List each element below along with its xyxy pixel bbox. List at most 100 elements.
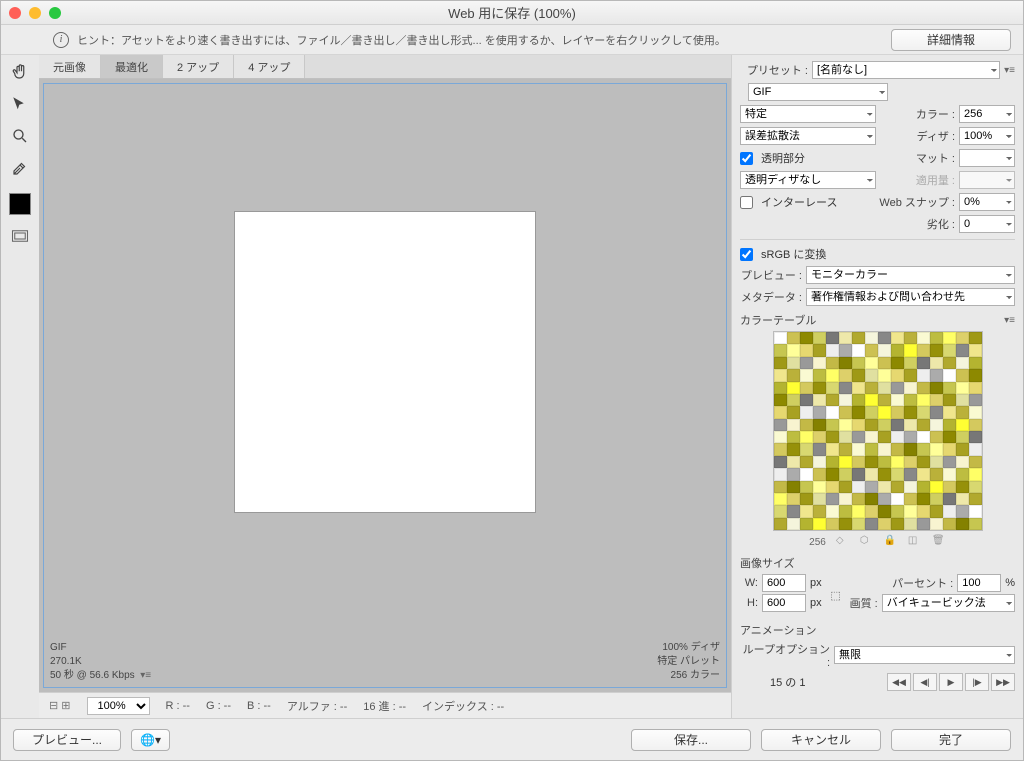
color-table-menu-icon[interactable]: ▾≡ [1004, 315, 1015, 326]
anim-next-button[interactable]: |▶ [965, 673, 989, 691]
hint-text: ヒント：アセットをより速く書き出すには、ファイル／書き出し／書き出し形式... … [77, 32, 883, 48]
colors-label: カラー : [880, 106, 955, 122]
grid-icons[interactable]: ⊟ ⊞ [49, 699, 71, 712]
reduction-select[interactable]: 特定 [740, 105, 876, 123]
percent-input[interactable] [957, 574, 1001, 592]
preview-label: プレビュー : [740, 267, 802, 283]
width-label: W: [740, 577, 758, 589]
metadata-select[interactable]: 著作権情報および問い合わせ先 [806, 288, 1015, 306]
anim-last-button[interactable]: ▶▶ [991, 673, 1015, 691]
done-button[interactable]: 完了 [891, 729, 1011, 751]
info-dither: 100% ディザ [657, 641, 720, 655]
info-colors: 256 カラー [657, 669, 720, 683]
width-input[interactable] [762, 574, 806, 592]
tab-optimized[interactable]: 最適化 [101, 55, 163, 78]
interlace-label: インターレース [761, 194, 875, 210]
hand-tool-icon[interactable] [8, 61, 32, 83]
preview-tabs: 元画像 最適化 2 アップ 4 アップ [39, 55, 731, 79]
anim-prev-button[interactable]: ◀| [913, 673, 937, 691]
websnap-select[interactable]: 0% [959, 193, 1015, 211]
canvas-area: GIF 270.1K 50 秒 @ 56.6 Kbps ▾≡ 100% ディザ … [39, 79, 731, 692]
minimize-icon[interactable] [29, 7, 41, 19]
preview-select[interactable]: モニターカラー [806, 266, 1015, 284]
tab-original[interactable]: 元画像 [39, 55, 101, 78]
height-input[interactable] [762, 594, 806, 612]
quality-select[interactable]: バイキュービック法 [882, 594, 1015, 612]
ct-lock-icon[interactable]: 🔒 [884, 535, 898, 549]
dither-amount-select[interactable]: 100% [959, 127, 1015, 145]
trans-dither-select[interactable]: 透明ディザなし [740, 171, 876, 189]
loop-label: ループオプション : [740, 641, 830, 669]
lossy-select[interactable]: 0 [959, 215, 1015, 233]
link-constrain-icon[interactable]: ⬚ [828, 581, 844, 609]
status-r: R : -- [166, 700, 190, 712]
cancel-button[interactable]: キャンセル [761, 729, 881, 751]
loop-select[interactable]: 無限 [834, 646, 1015, 664]
height-label: H: [740, 597, 758, 609]
matte-label: マット : [916, 150, 955, 166]
anim-play-button[interactable]: ▶ [939, 673, 963, 691]
detail-info-button[interactable]: 詳細情報 [891, 29, 1011, 51]
zoom-select[interactable]: 100% [87, 697, 150, 715]
preset-select[interactable]: [名前なし] [812, 61, 1000, 79]
websnap-label: Web スナップ : [879, 194, 955, 210]
color-table-count: 256 [809, 537, 826, 548]
settings-panel: プリセット : [名前なし] ▾≡ GIF 特定 カラー : 256 誤差拡散法… [731, 55, 1023, 718]
preset-label: プリセット : [740, 62, 808, 78]
trans-amount-select [959, 171, 1015, 189]
animation-label: アニメーション [740, 622, 817, 638]
metadata-label: メタデータ : [740, 289, 802, 305]
dither-method-select[interactable]: 誤差拡散法 [740, 127, 876, 145]
artboard-preview[interactable] [235, 212, 535, 512]
save-button[interactable]: 保存... [631, 729, 751, 751]
lossy-label: 劣化 : [927, 216, 955, 232]
zoom-tool-icon[interactable] [8, 125, 32, 147]
image-size-label: 画像サイズ [740, 555, 795, 571]
trans-amount-label: 適用量 : [880, 172, 955, 188]
tool-sidebar [1, 55, 39, 718]
ct-icon-2[interactable]: ⬡ [860, 535, 874, 549]
slice-select-tool-icon[interactable] [8, 93, 32, 115]
info-filesize: 270.1K [50, 655, 151, 669]
status-hex: 16 進 : -- [363, 698, 406, 714]
status-alpha: アルファ : -- [287, 698, 347, 714]
preview-button[interactable]: プレビュー... [13, 729, 121, 751]
matte-select[interactable] [959, 149, 1015, 167]
transparency-checkbox[interactable] [740, 152, 753, 165]
color-table-label: カラーテーブル [740, 312, 816, 328]
quality-label: 画質 : [850, 595, 878, 611]
window-title: Web 用に保存 (100%) [448, 3, 576, 22]
ct-trash-icon[interactable]: 🗑 [932, 535, 946, 549]
eyedropper-tool-icon[interactable] [8, 157, 32, 179]
close-icon[interactable] [9, 7, 21, 19]
px-unit: px [810, 577, 822, 589]
color-table[interactable] [773, 331, 983, 531]
percent-unit: % [1005, 577, 1015, 589]
browser-preview-button[interactable]: 🌐▾ [131, 729, 170, 751]
info-menu-icon[interactable]: ▾≡ [140, 670, 151, 681]
slice-visibility-icon[interactable] [8, 225, 32, 247]
dither-label: ディザ : [880, 128, 955, 144]
tab-4up[interactable]: 4 アップ [234, 55, 305, 78]
frame-counter: 15 の 1 [770, 674, 805, 690]
info-format: GIF [50, 641, 151, 655]
status-index: インデックス : -- [422, 698, 504, 714]
format-select[interactable]: GIF [748, 83, 888, 101]
ct-icon-1[interactable]: ◇ [836, 535, 850, 549]
eyedropper-color-swatch[interactable] [9, 193, 31, 215]
status-g: G : -- [206, 700, 231, 712]
preset-menu-icon[interactable]: ▾≡ [1004, 65, 1015, 76]
srgb-checkbox[interactable] [740, 248, 753, 261]
tab-2up[interactable]: 2 アップ [163, 55, 234, 78]
maximize-icon[interactable] [49, 7, 61, 19]
save-for-web-window: Web 用に保存 (100%) i ヒント：アセットをより速く書き出すには、ファ… [0, 0, 1024, 761]
colors-select[interactable]: 256 [959, 105, 1015, 123]
anim-first-button[interactable]: ◀◀ [887, 673, 911, 691]
info-time: 50 秒 @ 56.6 Kbps [50, 670, 135, 681]
interlace-checkbox[interactable] [740, 196, 753, 209]
transparency-label: 透明部分 [761, 150, 912, 166]
percent-label: パーセント : [850, 575, 954, 591]
px-unit-2: px [810, 597, 822, 609]
ct-new-icon[interactable]: ◫ [908, 535, 922, 549]
info-palette: 特定 パレット [657, 655, 720, 669]
